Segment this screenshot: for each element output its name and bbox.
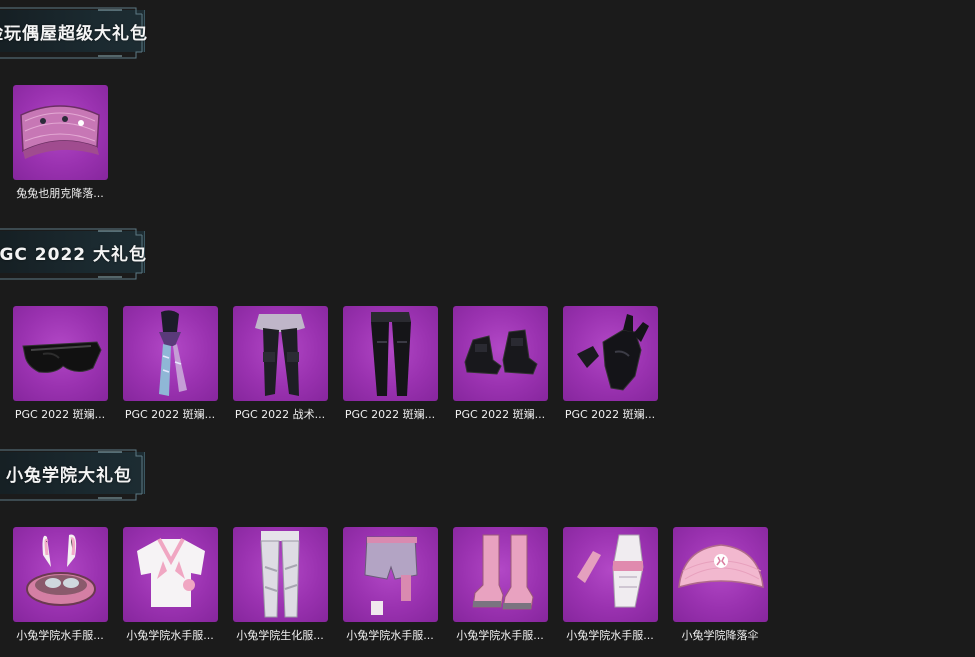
- sailor-boots-icon: [471, 534, 534, 610]
- item-thumbnail[interactable]: [342, 306, 438, 401]
- sailor-gloves-icon: [576, 534, 644, 608]
- bundle-item[interactable]: PGC 2022 斑斓...: [452, 306, 548, 422]
- goggles-icon: [21, 341, 102, 373]
- mask-scarf-icon: [158, 310, 187, 396]
- item-thumbnail[interactable]: [232, 527, 328, 622]
- bundle-item[interactable]: 小兔学院水手服...: [122, 527, 218, 643]
- bundle-section-3: 小兔学院大礼包 小兔学院水手服... 小兔学院水手服... 小兔学院生化服...…: [0, 442, 975, 657]
- sailor-shirt-icon: [136, 538, 205, 607]
- boots-icon: [463, 329, 538, 375]
- item-thumbnail[interactable]: [232, 306, 328, 401]
- item-thumbnail[interactable]: [12, 527, 108, 622]
- item-label: 兔兔也朋克降落...: [16, 187, 104, 200]
- item-thumbnail[interactable]: [452, 306, 548, 401]
- item-thumbnail[interactable]: [562, 306, 658, 401]
- bundle-banner-3: 小兔学院大礼包: [0, 448, 158, 501]
- item-thumbnail[interactable]: [672, 527, 768, 622]
- item-label: PGC 2022 斑斓...: [344, 408, 436, 421]
- item-label: PGC 2022 斑斓...: [454, 408, 546, 421]
- rabbit-punk-parachute-icon: [19, 105, 100, 159]
- item-label: 小兔学院水手服...: [566, 629, 654, 642]
- bundle-title: 险玩偶屋超级大礼包: [0, 24, 148, 44]
- item-thumbnail[interactable]: [122, 306, 218, 401]
- item-label: PGC 2022 斑斓...: [564, 408, 656, 421]
- bundle-item[interactable]: PGC 2022 斑斓...: [342, 306, 438, 422]
- item-thumbnail[interactable]: [452, 527, 548, 622]
- bundle-item[interactable]: PGC 2022 斑斓...: [562, 306, 658, 422]
- bundle-item[interactable]: 小兔学院水手服...: [562, 527, 658, 643]
- bundle-section-1: 险玩偶屋超级大礼包 兔兔也朋克降落...: [0, 0, 975, 210]
- item-thumbnail[interactable]: [342, 527, 438, 622]
- bundle-title: PGC 2022 大礼包: [0, 245, 148, 265]
- bundle-list-page: 险玩偶屋超级大礼包 兔兔也朋克降落... PGC 2022 大礼包 PGC 20…: [0, 0, 975, 657]
- bundle-item[interactable]: PGC 2022 斑斓...: [12, 306, 108, 422]
- item-thumbnail[interactable]: [562, 527, 658, 622]
- item-label: PGC 2022 斑斓...: [14, 408, 106, 421]
- item-label: PGC 2022 战术...: [234, 408, 326, 421]
- sailor-shorts-icon: [363, 536, 418, 615]
- item-label: 小兔学院水手服...: [346, 629, 434, 642]
- bundle-banner-1: 险玩偶屋超级大礼包: [0, 6, 158, 59]
- bundle-item[interactable]: 兔兔也朋克降落...: [12, 85, 108, 201]
- bundle-item[interactable]: PGC 2022 斑斓...: [122, 306, 218, 422]
- bundle-items-2: PGC 2022 斑斓... PGC 2022 斑斓... PGC 2022 战…: [12, 306, 658, 422]
- bundle-item[interactable]: 小兔学院水手服...: [12, 527, 108, 643]
- bundle-items-1: 兔兔也朋克降落...: [12, 85, 108, 201]
- gloves-icon: [576, 314, 649, 391]
- item-label: PGC 2022 斑斓...: [124, 408, 216, 421]
- bundle-item[interactable]: 小兔学院水手服...: [452, 527, 548, 643]
- bundle-item[interactable]: 小兔学院生化服...: [232, 527, 328, 643]
- bundle-title: 小兔学院大礼包: [6, 466, 132, 486]
- bundle-item[interactable]: PGC 2022 战术...: [232, 306, 328, 422]
- item-label: 小兔学院生化服...: [236, 629, 324, 642]
- bunny-parachute-icon: [677, 544, 764, 589]
- leggings-icon: [370, 312, 411, 396]
- hazmat-pants-icon: [259, 531, 300, 618]
- bunny-ear-headband-icon: [25, 534, 96, 606]
- item-label: 小兔学院水手服...: [16, 629, 104, 642]
- tactical-pants-icon: [254, 314, 305, 396]
- bundle-banner-2: PGC 2022 大礼包: [0, 227, 158, 280]
- item-thumbnail[interactable]: [12, 85, 108, 180]
- item-label: 小兔学院降落伞: [681, 629, 759, 642]
- bundle-items-3: 小兔学院水手服... 小兔学院水手服... 小兔学院生化服... 小兔学院水手服…: [12, 527, 768, 643]
- bundle-section-2: PGC 2022 大礼包 PGC 2022 斑斓... PGC 2022 斑斓.…: [0, 221, 975, 431]
- item-thumbnail[interactable]: [12, 306, 108, 401]
- bundle-item[interactable]: 小兔学院水手服...: [342, 527, 438, 643]
- item-thumbnail[interactable]: [122, 527, 218, 622]
- item-label: 小兔学院水手服...: [456, 629, 544, 642]
- bundle-item[interactable]: 小兔学院降落伞: [672, 527, 768, 643]
- item-label: 小兔学院水手服...: [126, 629, 214, 642]
